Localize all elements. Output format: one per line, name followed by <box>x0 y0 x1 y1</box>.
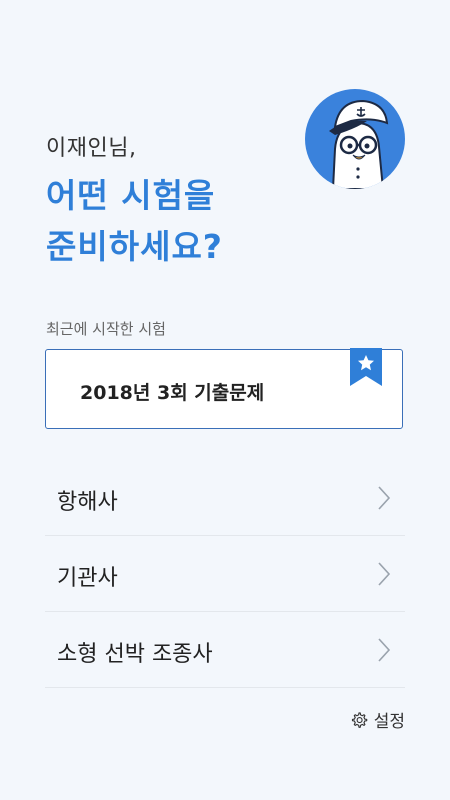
gear-icon <box>351 711 368 728</box>
list-item-navigator[interactable]: 항해사 <box>45 460 405 536</box>
recent-exam-card[interactable]: 2018년 3회 기출문제 <box>45 348 403 429</box>
list-item-label: 기관사 <box>57 566 118 591</box>
exam-category-list: 항해사 기관사 소형 선박 조종사 <box>45 460 405 688</box>
settings-button[interactable]: 설정 <box>350 707 405 732</box>
page-title-line-2: 준비하세요? <box>46 227 223 266</box>
recent-section-label: 최근에 시작한 시험 <box>46 320 166 338</box>
star-bookmark-icon <box>350 348 382 386</box>
page-title: 어떤 시험을 준비하세요? <box>46 170 223 272</box>
list-item-label: 소형 선박 조종사 <box>57 642 213 667</box>
list-item-small-vessel-operator[interactable]: 소형 선박 조종사 <box>45 612 405 688</box>
chevron-right-icon <box>378 562 391 586</box>
page-title-line-1: 어떤 시험을 <box>46 176 216 215</box>
recent-exam-title: 2018년 3회 기출문제 <box>80 382 265 404</box>
chevron-right-icon <box>378 638 391 662</box>
avatar <box>305 89 405 189</box>
list-item-engineer[interactable]: 기관사 <box>45 536 405 612</box>
list-item-label: 항해사 <box>57 490 118 515</box>
captain-mascot-icon <box>329 99 389 189</box>
greeting-text: 이재인님, <box>46 136 137 161</box>
chevron-right-icon <box>378 486 391 510</box>
settings-label: 설정 <box>373 712 405 732</box>
